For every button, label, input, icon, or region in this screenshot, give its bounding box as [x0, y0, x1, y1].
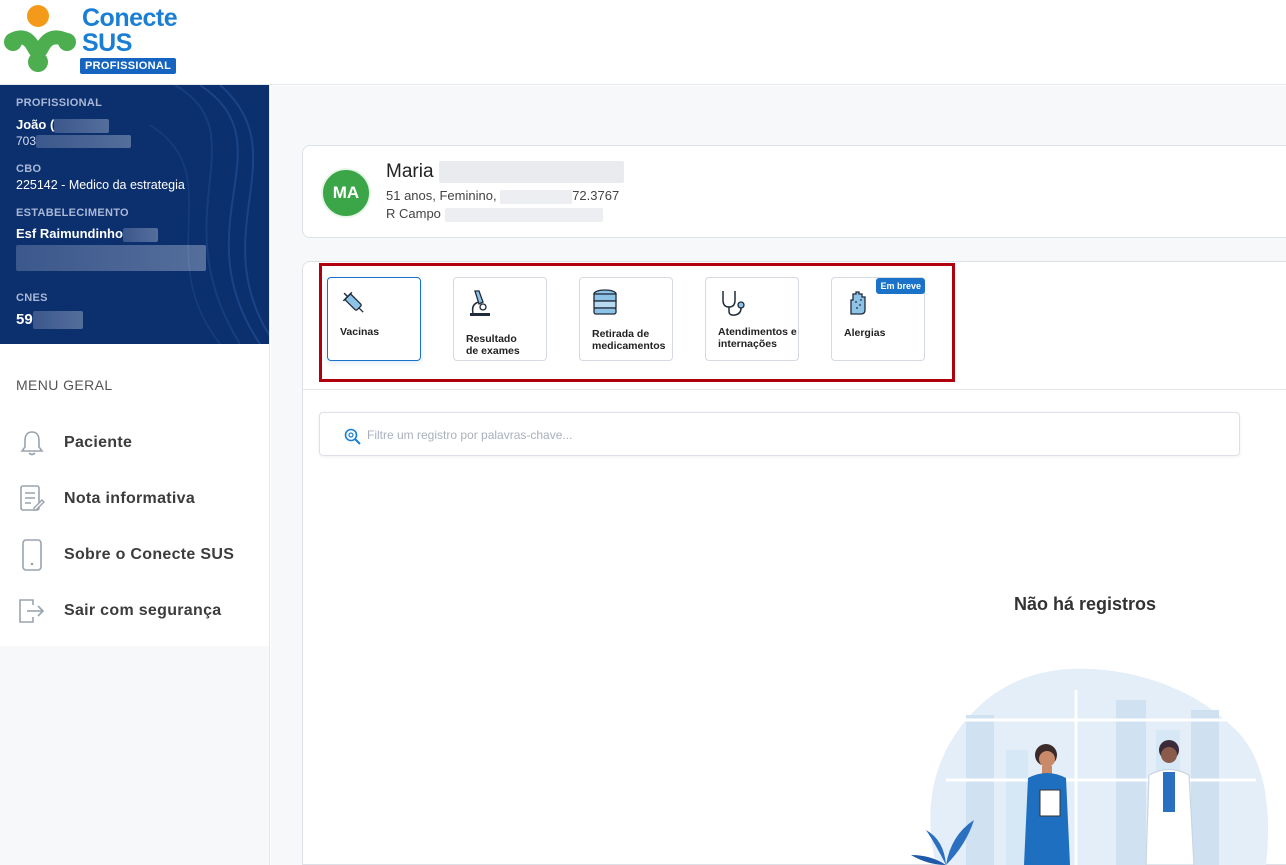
redaction — [32, 311, 83, 330]
patient-demographics: 51 anos, Feminino, 72.3767 — [386, 188, 620, 204]
patient-name: Maria — [386, 161, 624, 183]
menu-item-paciente[interactable]: Paciente — [16, 423, 256, 463]
redaction — [16, 245, 206, 271]
conecte-sus-logo[interactable]: Conecte SUS PROFISSIONAL — [4, 4, 184, 80]
menu-item-label: Sair com segurança — [64, 602, 222, 619]
brand-badge: PROFISSIONAL — [80, 58, 177, 74]
logout-icon — [16, 595, 48, 627]
sidebar: PROFISSIONAL João ( 703 CBO 225142 - Med… — [0, 85, 270, 865]
redaction — [438, 161, 624, 183]
menu-item-label: Sobre o Conecte SUS — [64, 546, 235, 563]
patient-card: MA Maria 51 anos, Feminino, 72.3767 R Ca… — [302, 145, 1286, 238]
redaction — [444, 207, 603, 222]
cnes-value: 59 — [16, 311, 83, 330]
redaction — [54, 118, 110, 133]
redaction — [122, 227, 158, 242]
menu-item-label: Nota informativa — [64, 490, 196, 507]
bell-icon — [16, 427, 48, 459]
avatar: MA — [321, 168, 371, 218]
professional-name: João ( — [16, 117, 110, 133]
professional-profile-panel: PROFISSIONAL João ( 703 CBO 225142 - Med… — [0, 85, 269, 344]
establishment-value: Esf Raimundinho — [16, 226, 158, 242]
divider — [303, 389, 1286, 390]
establishment-label: ESTABELECIMENTO — [16, 207, 129, 219]
menu-item-nota-informativa[interactable]: Nota informativa — [16, 479, 256, 519]
cbo-value: 225142 - Medico da estrategia — [16, 178, 185, 192]
highlight-annotation — [319, 263, 955, 382]
top-bar: Conecte SUS PROFISSIONAL — [0, 0, 1286, 85]
professional-label: PROFISSIONAL — [16, 97, 103, 109]
search-box[interactable] — [319, 412, 1240, 456]
cnes-label: CNES — [16, 292, 48, 304]
search-input[interactable] — [367, 423, 1217, 447]
menu-item-sobre[interactable]: Sobre o Conecte SUS — [16, 535, 256, 575]
empty-state-title: Não há registros — [1014, 594, 1157, 614]
document-edit-icon — [16, 483, 48, 515]
search-icon — [344, 428, 361, 445]
menu-item-label: Paciente — [64, 434, 133, 451]
professional-id: 703 — [16, 134, 132, 149]
sus-logo-icon — [4, 5, 76, 72]
empty-state-illustration — [911, 668, 1268, 865]
redaction — [500, 189, 573, 204]
menu-item-sair[interactable]: Sair com segurança — [16, 591, 256, 631]
cbo-label: CBO — [16, 163, 42, 175]
redaction — [36, 135, 132, 149]
patient-address: R Campo — [386, 206, 603, 222]
menu-title: MENU GERAL — [16, 377, 113, 393]
brand-name: Conecte SUS — [82, 4, 178, 57]
phone-icon — [16, 539, 48, 571]
